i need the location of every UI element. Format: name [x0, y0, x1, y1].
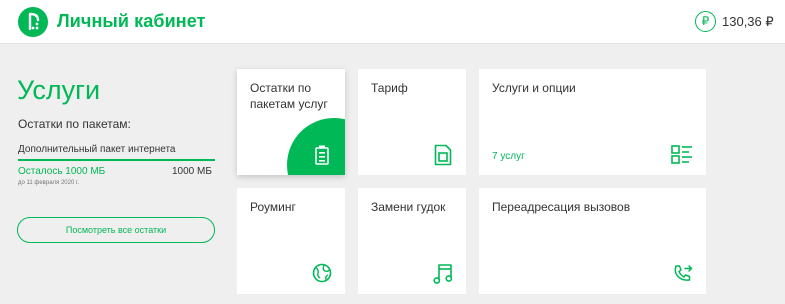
tile-label: Роуминг	[250, 200, 296, 214]
battery-icon	[315, 145, 329, 170]
tile-label: Переадресация вызовов	[492, 200, 631, 214]
package-valid-until: до 11 февраля 2020 г.	[18, 180, 80, 186]
tile-package-remains[interactable]: Остатки по пакетам услуг	[237, 69, 345, 175]
tile-call-forwarding[interactable]: Переадресация вызовов	[479, 188, 706, 294]
call-forward-icon	[673, 264, 693, 289]
package-progress-bar	[18, 159, 215, 161]
globe-icon	[312, 263, 332, 288]
package-remaining: Осталось 1000 МБ	[18, 166, 106, 177]
tile-replace-tone[interactable]: Замени гудок	[358, 188, 466, 294]
services-list-icon	[671, 145, 693, 170]
packages-heading: Остатки по пакетам:	[18, 117, 131, 131]
tile-label: Тариф	[371, 81, 408, 95]
brand-title[interactable]: Личный кабинет	[57, 11, 206, 32]
page-title: Услуги	[17, 75, 101, 105]
tile-tariff[interactable]: Тариф	[358, 69, 466, 175]
sim-card-icon	[434, 144, 452, 171]
tile-label: Замени гудок	[371, 200, 446, 214]
tile-roaming[interactable]: Роуминг	[237, 188, 345, 294]
tile-services-options[interactable]: Услуги и опции 7 услуг	[479, 69, 706, 175]
services-count: 7 услуг	[492, 151, 525, 162]
ruble-icon: ₽	[695, 11, 716, 32]
package-total: 1000 МБ	[172, 166, 212, 177]
view-all-remains-button[interactable]: Посмотреть все остатки	[17, 217, 215, 243]
music-note-icon	[433, 263, 453, 290]
tile-label: Остатки по пакетам услуг	[250, 81, 328, 111]
header-bar: Личный кабинет ₽ 130,36 ₽	[0, 0, 785, 44]
megafon-logo-icon[interactable]	[18, 7, 48, 37]
tile-label: Услуги и опции	[492, 81, 576, 95]
balance-amount[interactable]: 130,36 ₽	[722, 14, 774, 30]
package-name: Дополнительный пакет интернета	[18, 144, 176, 155]
